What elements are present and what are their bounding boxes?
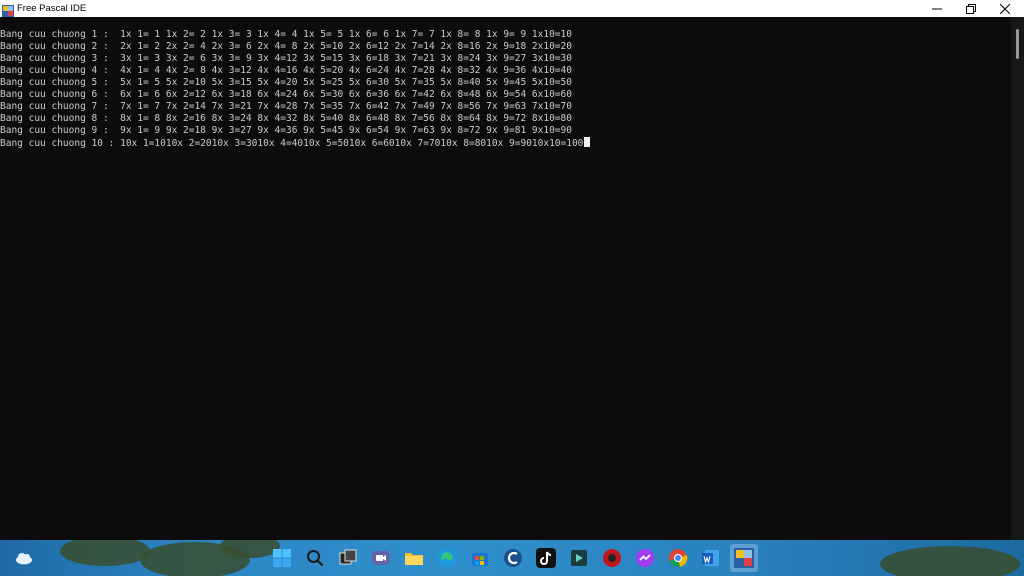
- search-icon[interactable]: [303, 546, 327, 570]
- console-line: Bang cuu chuong 5 : 5x 1= 5 5x 2=10 5x 3…: [0, 77, 572, 88]
- window-title: Free Pascal IDE: [17, 3, 87, 14]
- console-line: Bang cuu chuong 8 : 8x 1= 8 8x 2=16 8x 3…: [0, 113, 572, 124]
- weather-icon[interactable]: [12, 546, 36, 570]
- tiktok-icon[interactable]: [534, 546, 558, 570]
- restore-icon: [966, 0, 976, 18]
- start-windows-icon[interactable]: [270, 546, 294, 570]
- task-view-icon[interactable]: [336, 546, 360, 570]
- chrome-icon[interactable]: [666, 546, 690, 570]
- edge-browser-icon[interactable]: [435, 546, 459, 570]
- title-bar[interactable]: Free Pascal IDE: [0, 0, 1024, 17]
- console-line: Bang cuu chuong 10 : 10x 1=1010x 2=2010x…: [0, 138, 584, 149]
- console-line: Bang cuu chuong 2 : 2x 1= 2 2x 2= 4 2x 3…: [0, 41, 572, 52]
- console-line: Bang cuu chuong 1 : 1x 1= 1 1x 2= 2 1x 3…: [0, 29, 572, 40]
- file-explorer-icon[interactable]: [402, 546, 426, 570]
- console-line: Bang cuu chuong 9 : 9x 1= 9 9x 2=18 9x 3…: [0, 125, 572, 136]
- red-circle-app-icon[interactable]: [600, 546, 624, 570]
- wallpaper-foliage: [880, 546, 1020, 576]
- ccleaner-icon[interactable]: [501, 546, 525, 570]
- console-line: Bang cuu chuong 4 : 4x 1= 4 4x 2= 8 4x 3…: [0, 65, 572, 76]
- text-cursor: [584, 137, 591, 147]
- microsoft-store-icon[interactable]: [468, 546, 492, 570]
- console-line: Bang cuu chuong 7 : 7x 1= 7 7x 2=14 7x 3…: [0, 101, 572, 112]
- console-line: Bang cuu chuong 3 : 3x 1= 3 3x 2= 6 3x 3…: [0, 53, 572, 64]
- minimize-icon: [932, 0, 942, 18]
- taskbar: [0, 540, 1024, 576]
- console-output[interactable]: Bang cuu chuong 1 : 1x 1= 1 1x 2= 2 1x 3…: [0, 17, 1011, 540]
- restore-button[interactable]: [954, 0, 988, 17]
- minimize-button[interactable]: [920, 0, 954, 17]
- console-line-last: Bang cuu chuong 10 : 10x 1=1010x 2=2010x…: [0, 137, 591, 150]
- scrollbar-thumb[interactable]: [1016, 29, 1019, 59]
- free-pascal-window: Free Pascal IDE Bang cuu chuong 1: 1x 1…: [0, 0, 1024, 540]
- free-pascal-taskbar-icon[interactable]: [730, 544, 758, 572]
- word-icon[interactable]: [699, 546, 723, 570]
- vertical-scrollbar[interactable]: [1011, 17, 1024, 540]
- media-app-icon[interactable]: [567, 546, 591, 570]
- free-pascal-app-icon: [2, 2, 14, 17]
- close-icon: [999, 0, 1011, 18]
- wallpaper-foliage: [60, 540, 150, 566]
- teams-video-icon[interactable]: [369, 546, 393, 570]
- console-line: Bang cuu chuong 6 : 6x 1= 6 6x 2=12 6x 3…: [0, 89, 572, 100]
- messenger-icon[interactable]: [633, 546, 657, 570]
- close-button[interactable]: [988, 0, 1022, 17]
